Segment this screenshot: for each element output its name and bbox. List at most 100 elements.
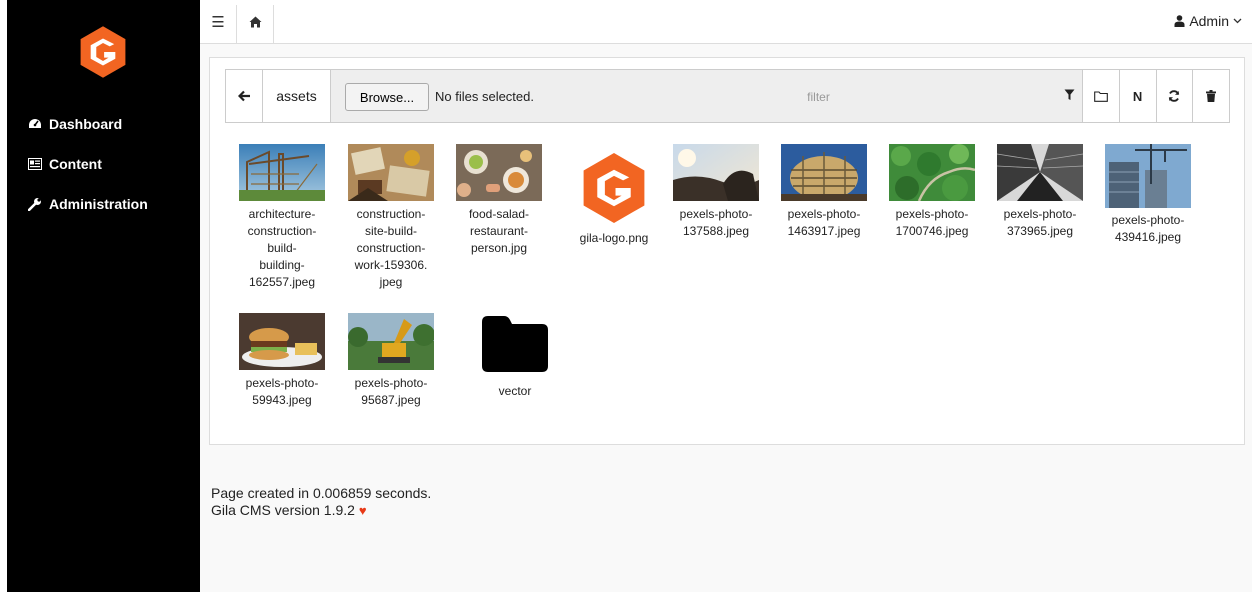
main-content: assets Browse... No files selected. N: [200, 44, 1252, 592]
sidebar: Dashboard Content Administration: [0, 0, 200, 592]
file-item[interactable]: construction-site-build-construction-wor…: [341, 144, 441, 291]
delete-button[interactable]: [1192, 70, 1229, 122]
heart-icon: ♥: [358, 503, 367, 518]
file-name-line: pexels-photo-: [354, 376, 428, 390]
sidebar-item-content[interactable]: Content: [14, 144, 200, 184]
file-name-line: 137588.jpeg: [682, 224, 750, 238]
file-item[interactable]: pexels-photo- 439416.jpeg: [1098, 144, 1198, 246]
file-name: pexels-photo- 373965.jpeg: [990, 206, 1090, 240]
user-icon: [1174, 15, 1185, 27]
gila-logo-icon[interactable]: [75, 24, 131, 80]
refresh-icon: [1169, 90, 1180, 102]
filter-button[interactable]: [1059, 85, 1079, 105]
file-item[interactable]: food-salad-restaurant-person.jpg: [449, 144, 549, 257]
file-name-line: build-: [267, 241, 297, 255]
file-name: pexels-photo- 439416.jpeg: [1098, 212, 1198, 246]
new-file-button[interactable]: N: [1118, 70, 1156, 122]
file-name-line: pexels-photo-: [1003, 207, 1077, 221]
file-name: pexels-photo- 95687.jpeg: [341, 375, 441, 409]
file-item[interactable]: gila-logo.png: [564, 144, 664, 247]
image-thumbnail: [997, 144, 1083, 201]
file-toolbar: assets Browse... No files selected. N: [225, 69, 1230, 123]
file-name-line: 95687.jpeg: [361, 393, 421, 407]
file-name-line: pexels-photo-: [679, 207, 753, 221]
wrench-icon: [27, 197, 43, 211]
file-item[interactable]: architecture-construction-build-building…: [232, 144, 332, 291]
file-name-line: 1463917.jpeg: [787, 224, 861, 238]
image-thumbnail: [239, 144, 325, 201]
file-name: pexels-photo- 1700746.jpeg: [882, 206, 982, 240]
content-icon: [27, 158, 43, 170]
sidebar-item-label: Administration: [49, 196, 148, 212]
file-name: vector: [465, 383, 565, 400]
file-item[interactable]: pexels-photo- 137588.jpeg: [666, 144, 766, 240]
sidebar-item-label: Dashboard: [49, 116, 123, 132]
image-thumbnail: [456, 144, 542, 201]
filter-input[interactable]: [546, 83, 1091, 111]
refresh-button[interactable]: [1155, 70, 1193, 122]
divider: [273, 5, 274, 43]
home-button[interactable]: [238, 5, 272, 39]
file-name-line: site-build-: [364, 224, 418, 238]
image-thumbnail: [673, 144, 759, 201]
file-name-line: building-: [259, 258, 305, 272]
file-name-line: 373965.jpeg: [1006, 224, 1074, 238]
topbar: ☰ Admin: [200, 0, 1252, 44]
file-name-line: pexels-photo-: [895, 207, 969, 221]
file-name-line: food-salad-: [468, 207, 530, 221]
image-thumbnail: [348, 313, 434, 370]
trash-icon: [1206, 90, 1217, 102]
file-name: food-salad-restaurant-person.jpg: [449, 206, 549, 257]
file-name: pexels-photo- 137588.jpeg: [666, 206, 766, 240]
filter-icon: [1064, 89, 1074, 100]
file-name-line: vector: [498, 384, 532, 398]
folder-icon: [482, 316, 548, 372]
sidebar-item-dashboard[interactable]: Dashboard: [14, 104, 200, 144]
file-name: pexels-photo- 59943.jpeg: [232, 375, 332, 409]
back-button[interactable]: [226, 70, 263, 122]
sidebar-item-administration[interactable]: Administration: [14, 184, 200, 224]
file-manager-panel: assets Browse... No files selected. N: [209, 57, 1245, 445]
sidebar-nav: Dashboard Content Administration: [14, 104, 200, 224]
gila-logo-icon: [583, 153, 645, 223]
file-name-line: 1700746.jpeg: [895, 224, 969, 238]
chevron-down-icon: [1233, 18, 1242, 24]
folder-icon: [1094, 90, 1108, 102]
image-thumbnail: [889, 144, 975, 201]
file-name-line: jpeg: [379, 275, 403, 289]
user-name: Admin: [1189, 13, 1229, 29]
browse-button[interactable]: Browse...: [345, 83, 429, 111]
menu-toggle-button[interactable]: ☰: [201, 5, 235, 39]
file-name-line: architecture-: [248, 207, 316, 221]
version-text: Gila CMS version 1.9.2: [211, 502, 355, 518]
file-item[interactable]: pexels-photo- 373965.jpeg: [990, 144, 1090, 240]
user-menu[interactable]: Admin: [1174, 13, 1242, 29]
file-item[interactable]: pexels-photo- 59943.jpeg: [232, 313, 332, 409]
sidebar-item-label: Content: [49, 156, 102, 172]
file-name-line: person.jpg: [470, 241, 528, 255]
file-name: construction-site-build-construction-wor…: [341, 206, 441, 291]
file-name: gila-logo.png: [564, 230, 664, 247]
version-line: Gila CMS version 1.9.2 ♥: [211, 502, 431, 519]
new-folder-button[interactable]: [1082, 70, 1119, 122]
image-thumbnail: [239, 313, 325, 370]
page: Dashboard Content Administration ☰ Admin…: [0, 0, 1252, 592]
folder-item[interactable]: vector: [465, 313, 565, 400]
home-icon: [249, 16, 261, 28]
file-name-line: construction-: [356, 241, 426, 255]
file-item[interactable]: pexels-photo- 1463917.jpeg: [774, 144, 874, 240]
file-name-line: 162557.jpeg: [248, 275, 316, 289]
current-path: assets: [263, 70, 331, 122]
image-thumbnail: [1105, 144, 1191, 208]
file-name-line: gila-logo.png: [579, 231, 649, 245]
file-name-line: pexels-photo-: [245, 376, 319, 390]
file-item[interactable]: pexels-photo- 1700746.jpeg: [882, 144, 982, 240]
file-name-line: pexels-photo-: [787, 207, 861, 221]
hamburger-icon: ☰: [211, 14, 225, 31]
file-name-line: construction-: [247, 224, 317, 238]
divider: [236, 5, 237, 43]
page-footer: Page created in 0.006859 seconds. Gila C…: [211, 485, 431, 519]
file-name: architecture-construction-build-building…: [232, 206, 332, 291]
file-item[interactable]: pexels-photo- 95687.jpeg: [341, 313, 441, 409]
file-name-line: 439416.jpeg: [1114, 230, 1182, 244]
